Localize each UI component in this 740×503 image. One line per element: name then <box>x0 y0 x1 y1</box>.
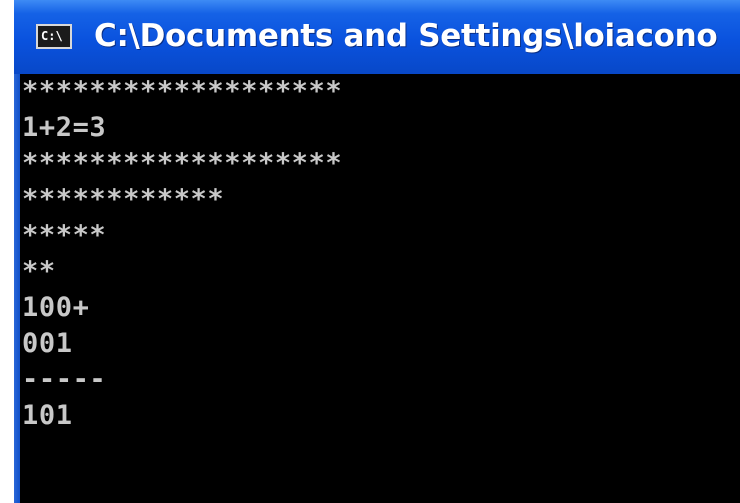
title-bar[interactable]: C:\ C:\Documents and Settings\loiacono <box>14 0 740 74</box>
console-line: 001 <box>22 328 73 359</box>
console-line: ******************* <box>22 76 343 107</box>
console-line: ----- <box>22 364 107 395</box>
window-title: C:\Documents and Settings\loiacono <box>94 18 718 54</box>
console-window: C:\ C:\Documents and Settings\loiacono *… <box>0 0 740 503</box>
console-output-area[interactable]: ******************* 1+2=3 **************… <box>20 74 740 503</box>
console-line: ******************* <box>22 148 343 179</box>
console-line: ** <box>22 256 56 287</box>
console-icon-glyph: C:\ <box>41 29 63 43</box>
console-line: ************ <box>22 184 225 215</box>
console-line: 1+2=3 <box>22 112 107 143</box>
console-line: ***** <box>22 220 107 251</box>
console-line: 100+ <box>22 292 90 323</box>
console-line: 101 <box>22 400 73 431</box>
console-app-icon[interactable]: C:\ <box>36 24 72 49</box>
